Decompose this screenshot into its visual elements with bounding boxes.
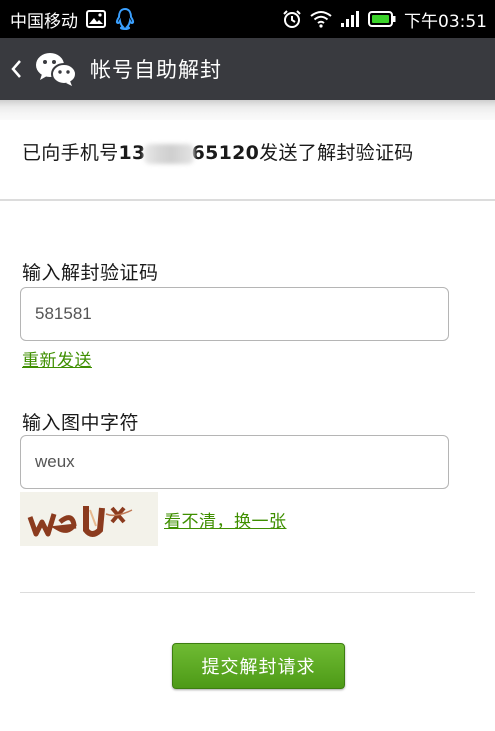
wifi-icon [310, 10, 332, 28]
header-shadow [0, 100, 495, 120]
resend-link[interactable]: 重新发送 [22, 346, 92, 371]
action-bar: 帐号自助解封 [0, 38, 495, 100]
wechat-logo-icon [34, 49, 78, 89]
status-bar: 中国移动 下午03:51 [0, 0, 495, 38]
battery-icon [368, 11, 396, 27]
alarm-icon [282, 9, 302, 29]
notice-suffix: 发送了解封验证码 [259, 142, 414, 164]
back-button[interactable] [10, 59, 32, 79]
captcha-image [20, 492, 158, 546]
page-title: 帐号自助解封 [90, 58, 222, 82]
verify-code-input[interactable]: 581581 [20, 287, 449, 341]
divider [20, 592, 475, 593]
phone-start: 13 [118, 142, 146, 164]
notice-prefix: 已向手机号 [22, 142, 119, 164]
captcha-input[interactable]: weux [20, 435, 449, 489]
divider [0, 199, 495, 201]
verify-code-label: 输入解封验证码 [22, 262, 159, 284]
submit-button[interactable]: 提交解封请求 [172, 643, 345, 689]
signal-icon [340, 10, 360, 28]
image-icon [86, 10, 106, 28]
sms-notice: 已向手机号13 65120发送了解封验证码 [22, 138, 414, 165]
phone-end: 65120 [191, 142, 260, 164]
carrier-name: 中国移动 [10, 11, 78, 32]
chevron-left-icon [11, 60, 21, 78]
captcha-label: 输入图中字符 [22, 412, 140, 434]
phone-mask [143, 143, 194, 164]
refresh-captcha-link[interactable]: 看不清，换一张 [164, 507, 287, 532]
clock: 下午03:51 [404, 11, 487, 32]
qq-icon [114, 7, 136, 31]
